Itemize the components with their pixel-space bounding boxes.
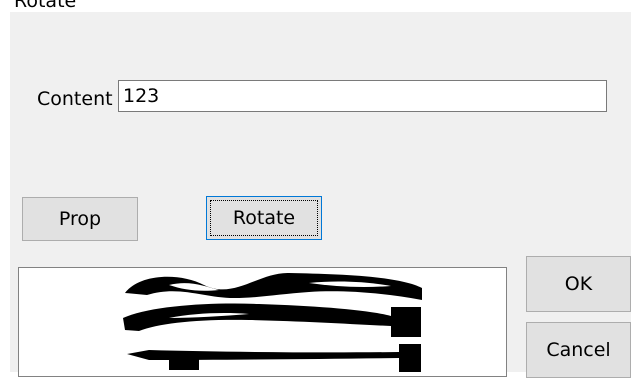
window-title: Rotate xyxy=(14,0,77,12)
preview-canvas xyxy=(18,267,507,377)
prop-button[interactable]: Prop xyxy=(22,197,138,241)
cancel-button[interactable]: Cancel xyxy=(526,322,631,378)
rotate-button-label: Rotate xyxy=(232,207,296,229)
prop-button-label: Prop xyxy=(58,208,102,230)
preview-glyph-block-1 xyxy=(391,307,421,337)
preview-glyph-block-3 xyxy=(399,344,421,372)
preview-glyph-block-2 xyxy=(169,356,199,370)
preview-glyph-stroke-3 xyxy=(127,350,399,360)
title-strip: Rotate xyxy=(0,0,631,12)
cancel-button-label: Cancel xyxy=(546,339,611,361)
content-label: Content xyxy=(37,88,113,110)
ok-button-label: OK xyxy=(564,273,593,295)
content-input[interactable] xyxy=(118,80,607,112)
rotated-text-preview xyxy=(123,272,422,372)
preview-glyph-stroke-2 xyxy=(123,303,391,331)
rotate-button[interactable]: Rotate xyxy=(206,196,322,240)
ok-button[interactable]: OK xyxy=(526,256,631,312)
